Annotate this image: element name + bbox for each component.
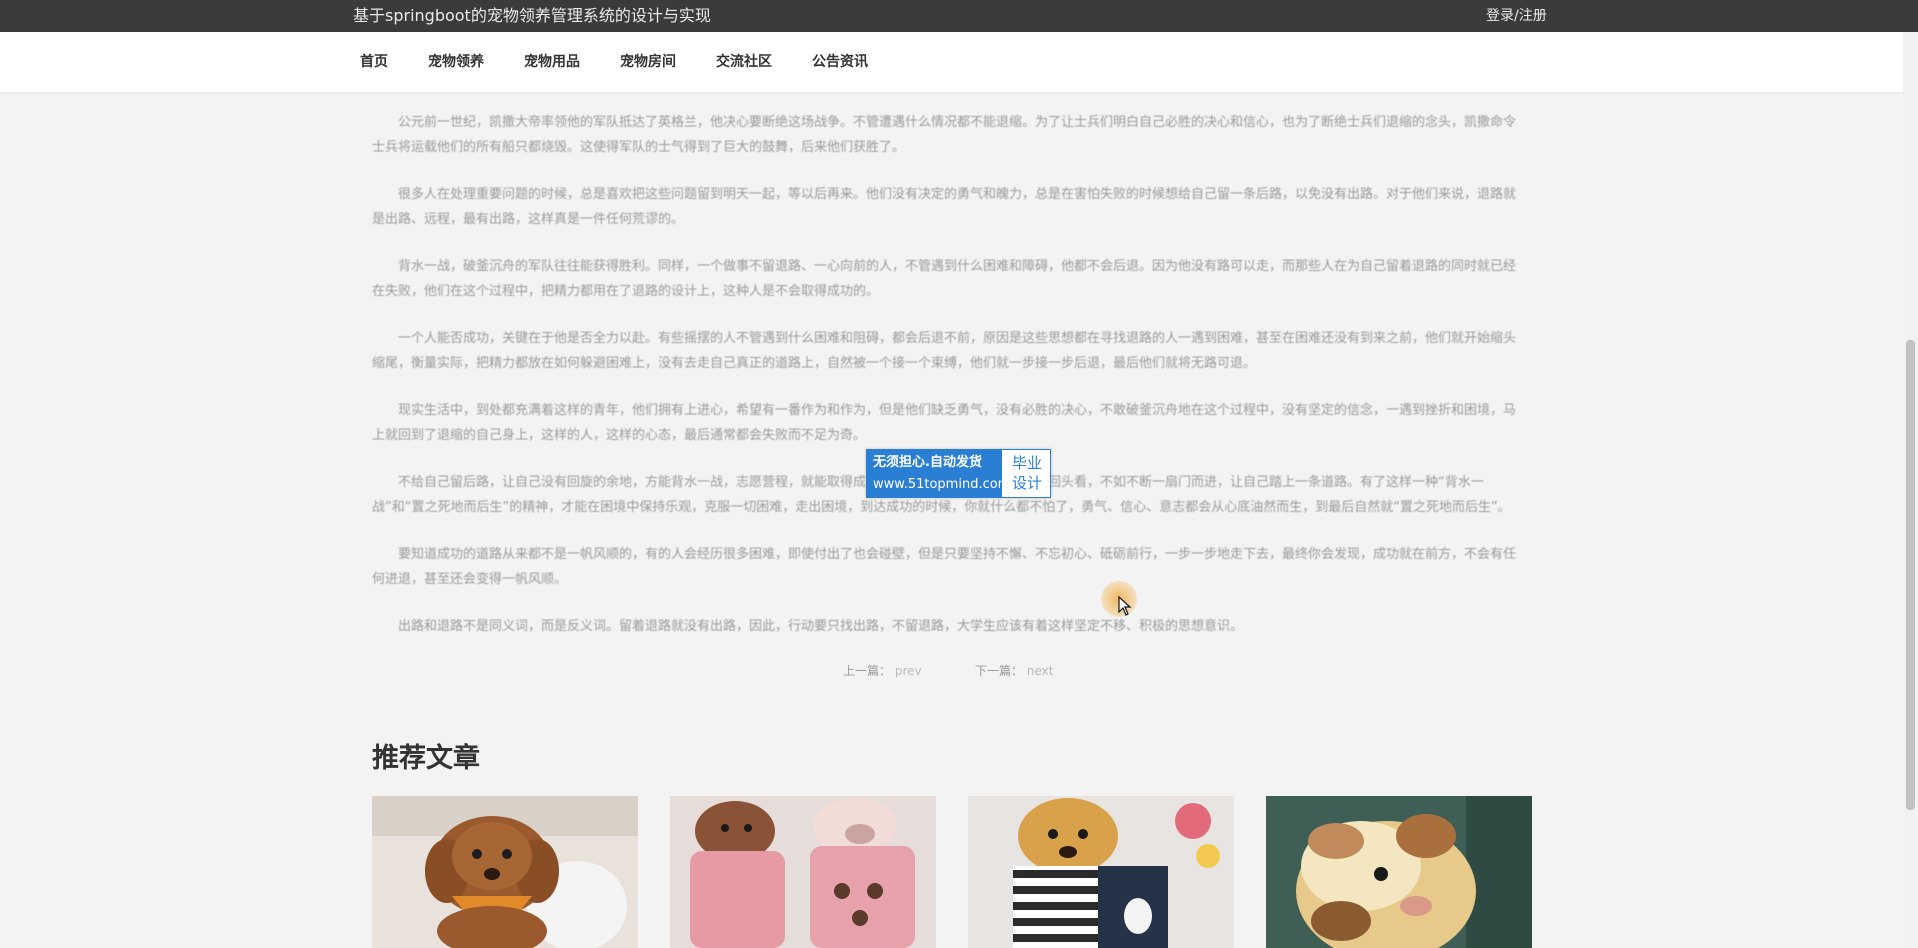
watermark-left: 无须担心.自动发货 www.51topmind.com bbox=[867, 450, 1010, 497]
recommend-card-1[interactable] bbox=[372, 796, 638, 948]
next-article-link[interactable]: 下一篇： next bbox=[975, 662, 1053, 680]
nav-item-pet-supplies[interactable]: 宠物用品 bbox=[524, 52, 580, 72]
watermark-tag: 毕业设计 bbox=[1011, 454, 1042, 492]
puppy-in-striped-shirt-photo bbox=[968, 796, 1234, 948]
next-title[interactable]: next bbox=[1027, 664, 1054, 678]
nav-item-pet-adoption[interactable]: 宠物领养 bbox=[428, 52, 484, 72]
prev-title[interactable]: prev bbox=[895, 664, 922, 678]
top-bar: 基于springboot的宠物领养管理系统的设计与实现 登录/注册 bbox=[0, 0, 1918, 32]
login-register-link[interactable]: 登录/注册 bbox=[1486, 7, 1547, 25]
prev-article-link[interactable]: 上一篇： prev bbox=[843, 662, 922, 680]
nav-item-pet-rooms[interactable]: 宠物房间 bbox=[620, 52, 676, 72]
guinea-pig-photo bbox=[1266, 796, 1532, 948]
main-nav: 首页 宠物领养 宠物用品 宠物房间 交流社区 公告资讯 bbox=[0, 32, 1903, 92]
recommended-articles-title: 推荐文章 bbox=[372, 743, 480, 774]
article-paragraph: 很多人在处理重要问题的时候，总是喜欢把这些问题留到明天一起，等以后再来。他们没有… bbox=[372, 187, 1517, 227]
nav-item-announcements[interactable]: 公告资讯 bbox=[812, 52, 868, 72]
mouse-cursor-icon bbox=[1118, 596, 1132, 616]
next-label: 下一篇： bbox=[975, 664, 1024, 678]
recommend-card-4[interactable] bbox=[1266, 796, 1532, 948]
article-paragraph: 公元前一世纪，凯撒大帝率领他的军队抵达了英格兰，他决心要断绝这场战争。不管遭遇什… bbox=[372, 115, 1517, 155]
article-paragraph: 一个人能否成功，关键在于他是否全力以赴。有些摇摆的人不管遇到什么困难和阻碍，都会… bbox=[372, 331, 1517, 371]
article-paragraph: 要知道成功的道路从来都不是一帆风顺的，有的人会经历很多困难，即使付出了也会碰壁，… bbox=[372, 547, 1517, 587]
scrollbar-thumb[interactable] bbox=[1906, 340, 1915, 810]
nav-item-home[interactable]: 首页 bbox=[360, 52, 388, 72]
article-body: 公元前一世纪，凯撒大帝率领他的军队抵达了英格兰，他决心要断绝这场战争。不管遭遇什… bbox=[372, 110, 1522, 661]
site-title: 基于springboot的宠物领养管理系统的设计与实现 bbox=[353, 6, 711, 25]
recommend-card-3[interactable] bbox=[968, 796, 1234, 948]
watermark-badge: 无须担心.自动发货 www.51topmind.com 毕业设计 bbox=[866, 449, 1051, 498]
poodle-in-pink-sweater-photo bbox=[670, 796, 936, 948]
poodle-with-bandana-photo bbox=[372, 796, 638, 948]
watermark-slogan: 无须担心.自动发货 bbox=[873, 455, 982, 470]
article-paragraph: 背水一战，破釜沉舟的军队往往能获得胜利。同样，一个做事不留退路、一心向前的人，不… bbox=[372, 259, 1517, 299]
article-paragraph: 出路和退路不是同义词，而是反义词。留着退路就没有出路，因此，行动要只找出路，不留… bbox=[398, 619, 1244, 634]
article-paragraph: 现实生活中，到处都充满着这样的青年，他们拥有上进心，希望有一番作为和作为，但是他… bbox=[372, 403, 1517, 443]
recommend-card-2[interactable] bbox=[670, 796, 936, 948]
watermark-url: www.51topmind.com bbox=[873, 477, 1011, 492]
nav-item-community[interactable]: 交流社区 bbox=[716, 52, 772, 72]
prev-label: 上一篇： bbox=[843, 664, 892, 678]
